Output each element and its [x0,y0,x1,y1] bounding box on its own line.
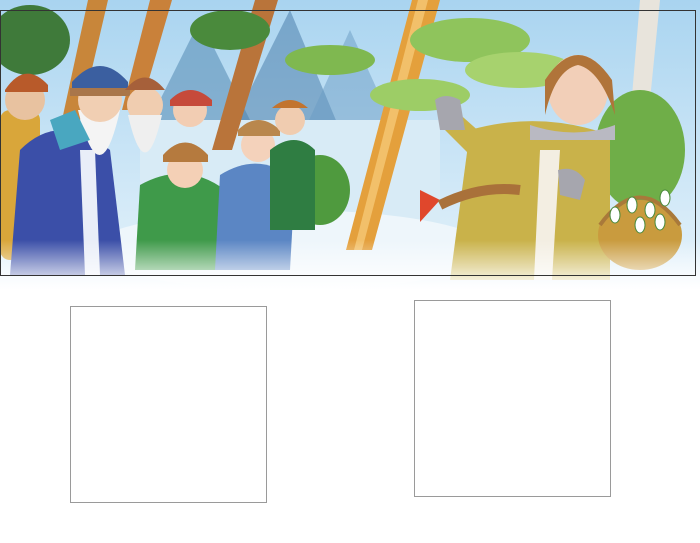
answer-box-right[interactable] [414,300,611,497]
fairy-tale-illustration [0,0,700,290]
answer-box-left[interactable] [70,306,267,503]
forest-scene [0,0,700,290]
